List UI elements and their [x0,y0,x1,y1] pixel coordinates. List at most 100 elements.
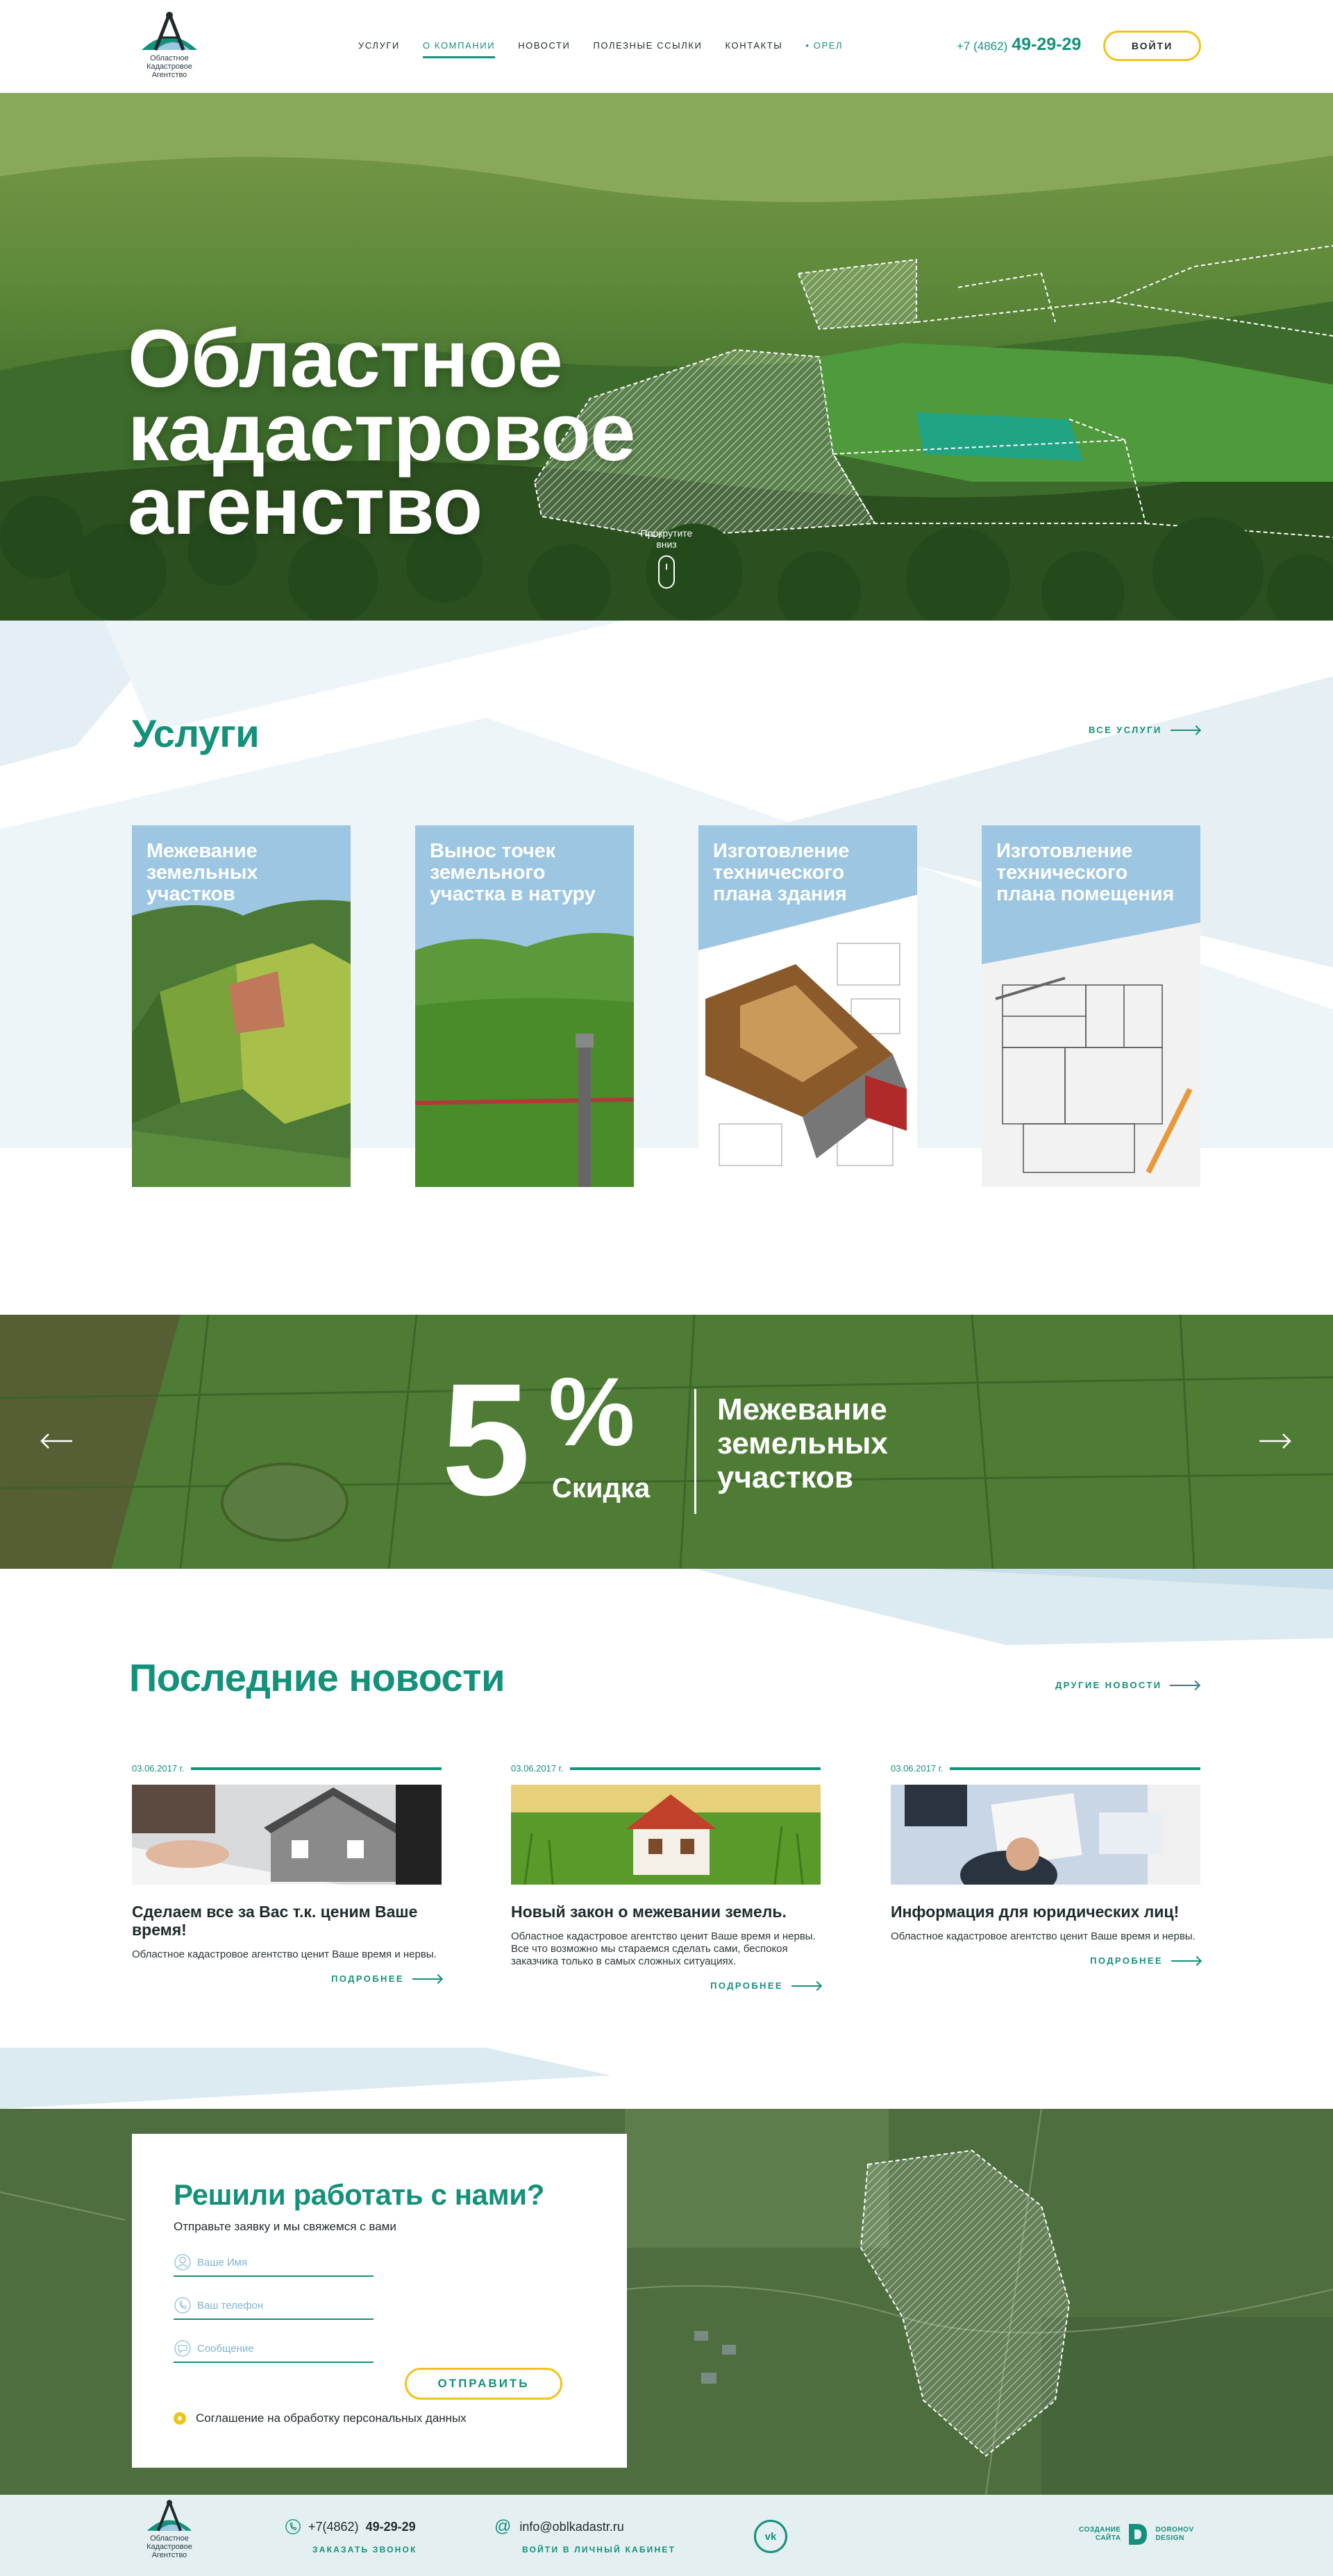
house-in-grass-image [511,1785,821,1885]
phone-input[interactable] [197,2299,364,2312]
send-button[interactable]: ОТПРАВИТЬ [405,2368,562,2400]
form-subtitle: Отправьте заявку и мы свяжемся с вами [174,2220,396,2233]
date-line [950,1767,1200,1770]
news-image[interactable] [511,1785,821,1885]
service-card-staking[interactable]: Вынос точек земельного участка в натуру [415,825,634,1187]
credit-line: DESIGN [1155,2534,1184,2542]
service-card-room-plan[interactable]: Изготовление технического плана помещени… [982,825,1200,1187]
footer-phone-code: +7(4862) [308,2519,359,2534]
phone-code: +7 (4862) [957,40,1008,53]
form-title: Решили работать с нами? [174,2178,544,2211]
services-title: Услуги [132,712,260,755]
news-date-text: 03.06.2017 г. [132,1763,185,1774]
logo-text: Областное Кадастровое Агентство [132,2534,207,2559]
developer-credit[interactable]: СОЗДАНИЕ САЙТА DOROHOV DESIGN [1079,2523,1194,2546]
radio-check-icon [174,2412,186,2425]
nav-item-about[interactable]: О КОМПАНИИ [423,40,496,58]
promo-text: Межевание земельных участков [717,1392,888,1495]
contact-section: Решили работать с нами? Отправьте заявку… [0,2109,1333,2495]
news-item-text: Областное кадастровое агентство ценит Ва… [891,1930,1196,1942]
arrow-right-icon [1170,1684,1200,1686]
footer-phone[interactable]: +7(4862) 49-29-29 [285,2518,416,2535]
news-date-text: 03.06.2017 г. [891,1763,944,1774]
scroll-hint[interactable]: Прокрутите вниз [632,528,701,589]
site-footer: Областное Кадастровое Агентство +7(4862)… [0,2495,1333,2576]
agreement-label: Соглашение на обработку персональных дан… [196,2411,467,2425]
news-more-label: ПОДРОБНЕЕ [1090,1955,1163,1966]
news-item-title[interactable]: Сделаем все за Вас т.к. ценим Ваше время… [132,1903,442,1939]
news-item-title[interactable]: Информация для юридических лиц! [891,1903,1200,1921]
user-icon [174,2254,191,2271]
business-meeting-image [891,1785,1200,1885]
phone-icon [174,2297,191,2314]
news-date: 03.06.2017 г. [891,1763,1200,1774]
agreement-checkbox[interactable]: Соглашение на обработку персональных дан… [174,2411,467,2425]
news-title: Последние новости [129,1656,505,1699]
footer-email-text: info@oblkadastr.ru [519,2519,624,2534]
header-phone[interactable]: +7 (4862) 49-29-29 [957,35,1081,55]
arrow-right-icon [412,1978,442,1980]
nav-item-links[interactable]: ПОЛЕЗНЫЕ ССЫЛКИ [593,40,702,58]
news-section: Последние новости ДРУГИЕ НОВОСТИ 03.06.2… [0,1569,1333,2109]
news-image[interactable] [891,1785,1200,1885]
date-line [191,1767,442,1770]
news-more-link[interactable]: ПОДРОБНЕЕ [132,1973,442,1984]
footer-phone-number: 49-29-29 [365,2519,416,2534]
news-item-text: Областное кадастровое агентство ценит Ва… [132,1948,437,1960]
cabinet-link[interactable]: ВОЙТИ В ЛИЧНЫЙ КАБИНЕТ [522,2545,676,2554]
arrow-right-icon [791,1985,821,1987]
nav-item-contacts[interactable]: КОНТАКТЫ [725,40,782,58]
discount-label: Скидка [552,1473,651,1504]
vk-icon[interactable]: vk [754,2520,787,2553]
nav-item-news[interactable]: НОВОСТИ [518,40,570,58]
other-news-label: ДРУГИЕ НОВОСТИ [1055,1680,1162,1690]
site-logo[interactable]: Областное Кадастровое Агентство [132,10,207,85]
name-input[interactable] [197,2256,364,2268]
news-item: 03.06.2017 г. Новый закон о межевании зе… [511,1763,821,1991]
logo-icon [146,2500,192,2532]
main-nav: УСЛУГИ О КОМПАНИИ НОВОСТИ ПОЛЕЗНЫЕ ССЫЛК… [358,40,843,58]
other-news-link[interactable]: ДРУГИЕ НОВОСТИ [1055,1680,1200,1690]
message-icon [174,2340,191,2357]
logo-line: Областное [150,2534,189,2543]
news-image[interactable] [132,1785,442,1885]
percent-sign: % [548,1357,635,1466]
city-selector[interactable]: ОРЕЛ [805,40,843,58]
news-more-label: ПОДРОБНЕЕ [710,1980,783,1991]
slider-next-arrow-icon[interactable] [1258,1433,1293,1449]
all-services-link[interactable]: ВСЕ УСЛУГИ [1089,725,1200,735]
date-line [570,1767,821,1770]
nav-item-services[interactable]: УСЛУГИ [358,40,400,58]
credit-line: СОЗДАНИЕ [1079,2526,1121,2534]
contact-form: Решили работать с нами? Отправьте заявку… [132,2134,627,2468]
login-button[interactable]: ВОЙТИ [1103,31,1201,61]
service-card-building-plan[interactable]: Изготовление технического плана здания [698,825,917,1187]
service-card-surveying[interactable]: Межевание земельных участков [132,825,351,1187]
order-call-label: ЗАКАЗАТЬ ЗВОНОК [312,2545,417,2554]
hero-title: Областное кадастровое агенство [128,313,635,552]
order-call-link[interactable]: ЗАКАЗАТЬ ЗВОНОК [312,2545,417,2554]
logo-line: Кадастровое [146,2543,192,2551]
news-more-label: ПОДРОБНЕЕ [331,1973,404,1984]
footer-email[interactable]: @ info@oblkadastr.ru [494,2517,624,2536]
news-more-link[interactable]: ПОДРОБНЕЕ [511,1980,821,1991]
message-field [174,2335,374,2363]
message-input[interactable] [197,2342,364,2355]
slider-prev-arrow-icon[interactable] [39,1433,74,1449]
logo-line: Агентство [151,2551,187,2559]
logo-line: Областное [150,54,189,62]
news-more-link[interactable]: ПОДРОБНЕЕ [891,1955,1200,1966]
all-services-label: ВСЕ УСЛУГИ [1089,725,1162,735]
arrow-right-icon [1171,1960,1200,1962]
house-model-image [132,1785,442,1885]
news-item-title[interactable]: Новый закон о межевании земель. [511,1903,821,1921]
news-item: 03.06.2017 г. Информация для юридических… [891,1763,1200,1966]
credit-line: САЙТА [1095,2534,1121,2542]
credit-right: DOROHOV DESIGN [1155,2526,1193,2543]
discount-number: 5 [442,1350,530,1529]
news-date: 03.06.2017 г. [511,1763,821,1774]
services-cards: Межевание земельных участков Вынос точек… [132,825,1200,1187]
aerial-fields-image [0,1315,1333,1569]
service-card-title: Межевание земельных участков [146,840,258,905]
footer-logo[interactable]: Областное Кадастровое Агентство [132,2498,207,2559]
